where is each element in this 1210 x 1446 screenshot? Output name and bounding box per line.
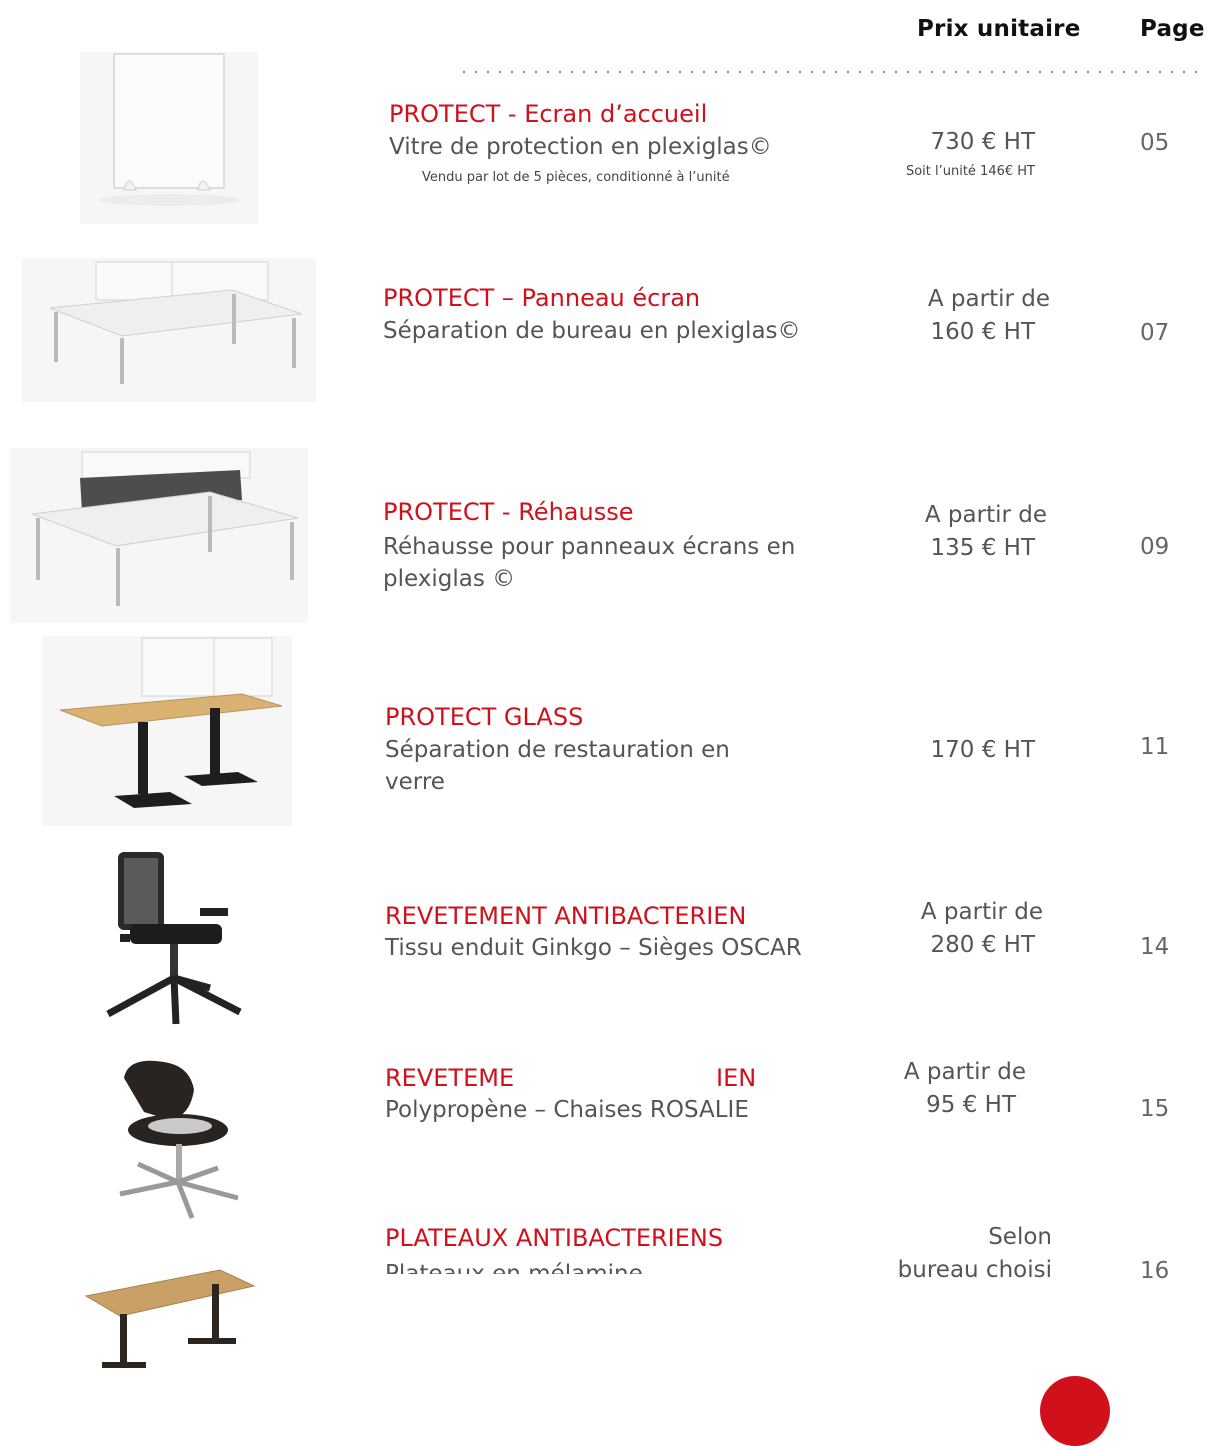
page-number: 09 [1140, 534, 1170, 560]
price-from-label: Selon [988, 1224, 1052, 1250]
product-title: PROTECT - Réhausse [383, 498, 634, 526]
product-price: Selon bureau choisi [898, 1221, 1052, 1287]
page-number: 05 [1140, 130, 1170, 156]
product-description: Vitre de protection en plexiglas© [389, 134, 772, 160]
product-title: PLATEAUX ANTIBACTERIENS [385, 1224, 724, 1252]
price-unit-note: Soit l’unité 146€ HT [905, 164, 1035, 179]
product-description: Polypropène – Chaises ROSALIE [385, 1097, 749, 1123]
product-note: Vendu par lot de 5 pièces, conditionné à… [422, 170, 730, 185]
table-top-image [72, 1246, 258, 1384]
product-description: Plateaux en mélamine [385, 1261, 643, 1274]
price-value: 170 € HT [930, 737, 1036, 763]
product-description-clipped: Plateaux en mélamine [385, 1258, 685, 1274]
product-title: PROTECT - Ecran d’accueil [389, 100, 708, 128]
product-description: Séparation de restauration en verre [385, 737, 730, 795]
product-title: PROTECT GLASS [385, 703, 584, 731]
dotted-divider [458, 70, 1206, 74]
product-description: Tissu enduit Ginkgo – Sièges OSCAR [385, 935, 802, 961]
brand-badge [1040, 1376, 1110, 1446]
product-title: PROTECT – Panneau écran [383, 284, 701, 312]
page-number: 11 [1140, 734, 1170, 760]
product-title-right-fragment: IEN [716, 1064, 757, 1092]
price-value: 135 € HT [930, 535, 1036, 561]
price-value: 280 € HT [930, 932, 1036, 958]
swivel-chair-image [98, 1046, 246, 1228]
page-number: 16 [1140, 1258, 1170, 1284]
product-price: A partir de 95 € HT [904, 1056, 1026, 1122]
price-value: 95 € HT [926, 1092, 1016, 1118]
page-number: 14 [1140, 934, 1170, 960]
plexiglass-screen-image [80, 52, 258, 224]
product-description: Réhausse pour panneaux écrans en plexigl… [383, 534, 796, 592]
price-value: 160 € HT [930, 319, 1036, 345]
price-from-label: A partir de [927, 286, 1050, 312]
product-title: REVETEMENT ANTIBACTERIEN [385, 902, 747, 930]
product-price: A partir de 280 € HT [921, 896, 1043, 962]
page-number: 15 [1140, 1096, 1170, 1122]
glass-table-image [42, 636, 292, 826]
office-chair-image [80, 828, 258, 1032]
product-price: 170 € HT [931, 734, 1036, 767]
desk-screen-image [22, 258, 316, 402]
price-value: 730 € HT [930, 129, 1036, 155]
price-from-label: A partir de [920, 899, 1043, 925]
desk-raiser-image [10, 448, 308, 623]
product-description: Séparation de bureau en plexiglas© [383, 318, 801, 344]
price-column-header: Prix unitaire [917, 16, 1081, 42]
price-from-label: A partir de [924, 502, 1047, 528]
product-price: 730 € HT Soit l’unité 146€ HT [906, 126, 1035, 185]
product-price: A partir de 160 € HT [928, 283, 1050, 349]
product-title-left-fragment: REVETEME [385, 1064, 515, 1092]
price-value: bureau choisi [897, 1257, 1052, 1283]
product-price: A partir de 135 € HT [925, 499, 1047, 565]
page-column-header: Page [1140, 16, 1205, 42]
price-from-label: A partir de [903, 1059, 1026, 1085]
page-number: 07 [1140, 320, 1170, 346]
